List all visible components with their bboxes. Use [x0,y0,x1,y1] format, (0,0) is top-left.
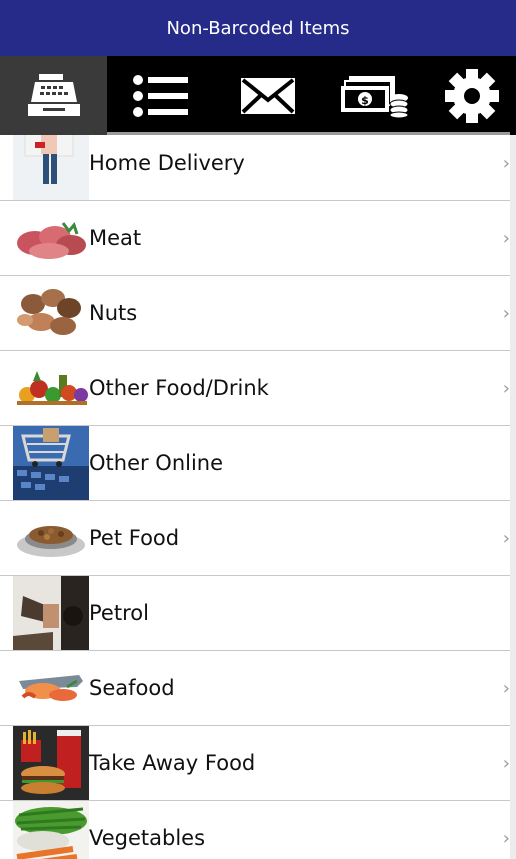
tab-list[interactable] [107,56,214,135]
list-item-label: Take Away Food [89,751,256,775]
nuts-thumbnail [13,276,89,350]
svg-text:$: $ [361,94,369,107]
list-item-label: Meat [89,226,142,250]
petrol-thumbnail [13,576,89,650]
list-item-label: Home Delivery [89,151,245,175]
page-title: Non-Barcoded Items [166,17,350,39]
other-online-thumbnail [13,426,89,500]
list-item-other-online[interactable]: Other Online [0,426,516,501]
list-item-label: Other Online [89,451,224,475]
list-item-label: Petrol [89,601,149,625]
title-bar: Non-Barcoded Items [0,0,516,56]
list-item-vegetables[interactable]: Vegetables › [0,801,516,859]
list-item-petrol[interactable]: Petrol [0,576,516,651]
tab-register[interactable] [0,56,107,135]
list-icon [132,74,188,117]
chevron-right-icon: › [502,152,510,174]
chevron-right-icon: › [502,302,510,324]
seafood-thumbnail [13,651,89,725]
app-screen: Non-Barcoded Items $ Home Delivery › Mea… [0,0,516,859]
home-delivery-thumbnail [13,135,89,200]
list-item-pet-food[interactable]: Pet Food › [0,501,516,576]
list-item-other-food-drink[interactable]: Other Food/Drink › [0,351,516,426]
list-item-label: Vegetables [89,826,206,850]
list-item-home-delivery[interactable]: Home Delivery › [0,135,516,201]
pet-food-thumbnail [13,501,89,575]
cash-register-icon [27,73,80,116]
tab-settings[interactable] [428,56,516,135]
vegetables-thumbnail [13,801,89,859]
list-item-seafood[interactable]: Seafood › [0,651,516,726]
list-item-nuts[interactable]: Nuts › [0,276,516,351]
chevron-right-icon: › [502,377,510,399]
chevron-right-icon: › [502,752,510,774]
meat-thumbnail [13,201,89,275]
list-item-label: Other Food/Drink [89,376,269,400]
take-away-food-thumbnail [13,726,89,800]
list-item-label: Pet Food [89,526,180,550]
chevron-right-icon: › [502,227,510,249]
chevron-right-icon: › [502,827,510,849]
tab-mail[interactable] [214,56,321,135]
scroll-edge [510,135,516,859]
category-list: Home Delivery › Meat › Nuts › Other Food… [0,135,516,859]
tab-money[interactable]: $ [321,56,428,135]
list-item-label: Nuts [89,301,138,325]
money-icon: $ [340,75,408,118]
list-item-meat[interactable]: Meat › [0,201,516,276]
tab-bar: $ [0,56,516,135]
gear-icon [445,68,499,123]
other-food-drink-thumbnail [13,351,89,425]
list-item-label: Seafood [89,676,175,700]
list-item-take-away-food[interactable]: Take Away Food › [0,726,516,801]
chevron-right-icon: › [502,527,510,549]
envelope-icon [240,77,295,114]
chevron-right-icon: › [502,677,510,699]
